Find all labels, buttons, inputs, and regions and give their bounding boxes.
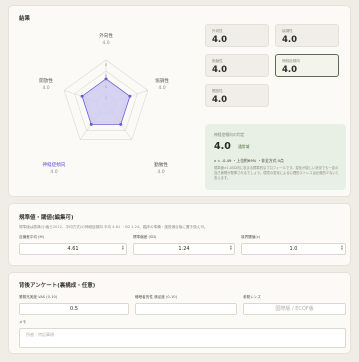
survey-reference-input[interactable] xyxy=(243,303,346,315)
radar-axis-name: 協調性 xyxy=(155,77,169,84)
radar-axis-value: 4.0 xyxy=(42,85,49,91)
radar-axis-name: 外向性 xyxy=(99,32,113,39)
tile-agreeableness[interactable]: 協調性 4.0 xyxy=(275,24,339,47)
norm-threshold-spinner[interactable]: ▲ ▼ xyxy=(341,244,343,252)
radar-axis-name: 開放性 xyxy=(39,77,53,84)
radar-tick-label: 8 xyxy=(105,63,108,67)
tile-conscientiousness[interactable]: 勤勉性 4.0 xyxy=(205,54,269,77)
results-title: 結果 xyxy=(19,16,31,22)
radar-axis-value: 4.0 xyxy=(157,169,164,175)
radar-tick-label: 2 xyxy=(105,96,107,100)
norm-mean-spinner[interactable]: ▲ ▼ xyxy=(122,244,124,252)
tile-value: 4.0 xyxy=(212,35,228,45)
results-card: 結果 8642 外向性 4.0 協調性 4.0 勤勉性 4.0 神経症傾向 4.0 開放性 4.0… xyxy=(8,5,351,197)
tile-label: 協調性 xyxy=(282,29,293,33)
radar-axis-value: 4.0 xyxy=(102,40,109,46)
norms-card: 規準値・閾値(編集可) 規準値は原典(小塩ら2012、平均方式)の神経症傾向 平… xyxy=(8,203,351,266)
tile-label: 神経症傾向 xyxy=(282,59,300,63)
norm-threshold-input[interactable] xyxy=(241,243,346,255)
norm-mean-label: 自偏差平均 (M) xyxy=(19,235,45,239)
survey-sleep-label: 睡眠者的性 満足度 (0-10) xyxy=(135,295,177,299)
survey-vas-input[interactable] xyxy=(19,303,129,315)
norm-sd-input[interactable] xyxy=(133,243,235,255)
survey-vas-label: 業務充実度 VAS (0-10) xyxy=(19,295,58,299)
tile-value: 4.0 xyxy=(282,65,298,75)
radar-point xyxy=(128,94,132,98)
norm-threshold-label: 境界閾値(z) xyxy=(241,235,261,239)
evaluation-tag: 通常域 xyxy=(238,144,250,149)
norm-sd-wrapper: ▲▼ xyxy=(133,243,235,255)
tile-label: 勤勉性 xyxy=(212,59,223,63)
evaluation-title: 神経症傾向の判定 xyxy=(214,132,245,137)
tile-extraversion[interactable]: 外向性 4.0 xyxy=(205,24,269,47)
survey-card: 背後アンケート(裏構成・任意) 業務充実度 VAS (0-10) 睡眠者的性 満… xyxy=(8,272,351,354)
tile-value: 4.0 xyxy=(282,35,298,45)
evaluation-score: 4.0 xyxy=(214,141,231,152)
survey-memo-label: メモ xyxy=(19,320,27,324)
radar-tick-label: 6 xyxy=(105,74,108,78)
radar-axis-name: 勤勉性 xyxy=(154,161,168,168)
radar-chart: 8642 外向性4.0協調性4.0勤勉性4.0神経症傾向4.0開放性4.0 xyxy=(39,32,169,175)
radar-point xyxy=(119,122,123,126)
radar-point xyxy=(89,122,93,126)
norms-description: 規準値は原典(小塩ら2012、平均方式)の神経症傾向 平均 4.61 ・SD 1… xyxy=(19,225,208,229)
tile-label: 外向性 xyxy=(212,29,223,33)
radar-axis-value: 4.0 xyxy=(158,85,165,91)
radar-point xyxy=(80,94,84,98)
norm-sd-spinner[interactable]: ▲ ▼ xyxy=(230,244,232,252)
evaluation-note: 規準値±1.0SD内に収まる標準的なプロフィールです。変化が激しい状況でも一定の… xyxy=(214,166,339,180)
radar-axis-value: 4.0 xyxy=(50,169,57,175)
survey-title: 背後アンケート(裏構成・任意) xyxy=(19,283,96,289)
tile-value: 4.0 xyxy=(212,95,228,105)
evaluation-panel: 神経症傾向の判定 4.0 通常域 z = -0.49 ・上位約69% ・非全方式… xyxy=(205,124,346,190)
tile-neuroticism[interactable]: 神経症傾向 4.0 xyxy=(275,54,339,77)
norm-mean-input[interactable] xyxy=(19,243,127,255)
survey-reference-label: 参照レンズ xyxy=(243,295,261,299)
norm-mean-wrapper: ▲▼ xyxy=(19,243,127,255)
norm-threshold-wrapper: ▲▼ xyxy=(241,243,346,255)
tile-label: 開放性 xyxy=(212,89,223,93)
norms-title: 規準値・閾値(編集可) xyxy=(19,215,74,221)
tile-openness[interactable]: 開放性 4.0 xyxy=(205,84,269,107)
norm-sd-label: 標準偏差 (SD) xyxy=(133,235,157,239)
survey-sleep-input[interactable] xyxy=(135,303,237,315)
evaluation-stats: z = -0.49 ・上位約69% ・非全方式 0点 xyxy=(214,158,284,163)
tile-value: 4.0 xyxy=(212,65,228,75)
survey-memo-textarea[interactable] xyxy=(19,328,346,348)
radar-axis-name: 神経症傾向 xyxy=(43,161,66,168)
